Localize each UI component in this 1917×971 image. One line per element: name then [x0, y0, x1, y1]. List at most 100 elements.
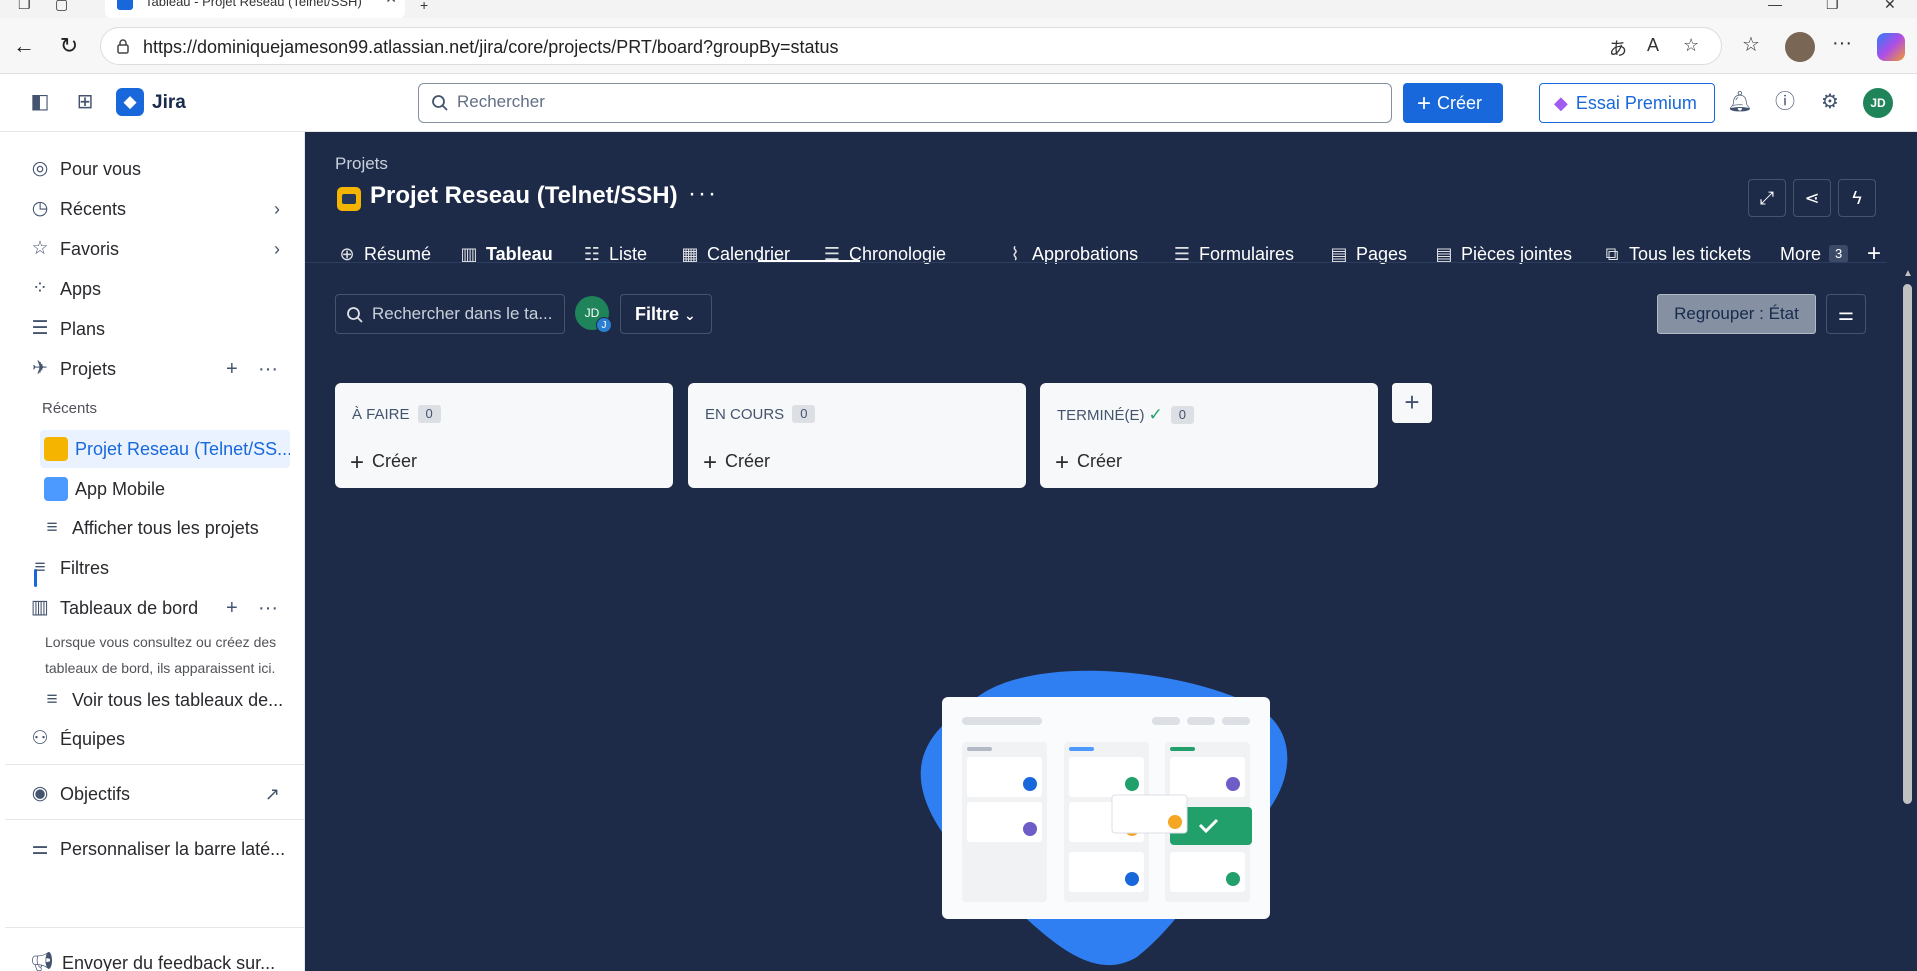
create-button[interactable]: + Créer: [1403, 83, 1503, 123]
minimize-icon[interactable]: —: [1768, 0, 1782, 12]
scrollbar-thumb[interactable]: [1903, 284, 1912, 804]
column-create-button[interactable]: + Créer: [350, 449, 417, 477]
sidebar-item-all-dashboards[interactable]: ≡ Voir tous les tableaux de...: [40, 682, 302, 718]
copilot-icon[interactable]: [1877, 33, 1905, 61]
column-create-button[interactable]: + Créer: [703, 449, 770, 477]
filter-button[interactable]: Filtre ⌄: [620, 294, 712, 334]
app-switcher-icon[interactable]: ⊞: [72, 89, 98, 115]
add-tab-button[interactable]: +: [1867, 229, 1881, 269]
tab-pieces-jointes[interactable]: ▤ Pièces jointes: [1432, 229, 1572, 269]
rocket-icon: ✈: [32, 358, 48, 379]
sidebar-toggle-icon[interactable]: ◧: [27, 89, 53, 115]
user-avatar[interactable]: JD: [1863, 88, 1893, 118]
column-create-button[interactable]: + Créer: [1055, 449, 1122, 477]
project-more-button[interactable]: ···: [688, 180, 718, 208]
favorites-bar-icon[interactable]: ☆: [1742, 32, 1760, 57]
sidebar-item-apps[interactable]: ⁘ Apps: [28, 271, 290, 307]
sidebar-project-app-mobile[interactable]: App Mobile: [40, 470, 290, 508]
sidebar-item-for-you[interactable]: ◎ Pour vous: [28, 151, 290, 187]
new-tab-icon[interactable]: +: [420, 0, 428, 13]
tab-approbations[interactable]: ⌇ Approbations: [1003, 229, 1138, 269]
jira-logo-icon[interactable]: ◆: [116, 88, 144, 116]
divider: [5, 927, 305, 928]
browser-profile-avatar[interactable]: [1785, 32, 1815, 62]
board-search-input[interactable]: [372, 304, 557, 324]
browser-tab[interactable]: Tableau - Projet Reseau (Telnet/SSH) ✕: [105, 0, 405, 18]
divider: [305, 262, 1887, 263]
sidebar-item-filters[interactable]: ≡ Filtres: [28, 550, 290, 586]
premium-trial-button[interactable]: ◆ Essai Premium: [1539, 83, 1715, 123]
sidebar-item-favorites[interactable]: ☆ Favoris ›: [28, 231, 290, 267]
help-icon[interactable]: ⓘ: [1772, 89, 1798, 115]
column-title: TERMINÉ(E): [1057, 407, 1145, 424]
tab-pages[interactable]: ▤ Pages: [1327, 229, 1407, 269]
translate-icon[interactable]: あ: [1609, 35, 1627, 61]
sidebar-item-recent[interactable]: ◷ Récents ›: [28, 191, 290, 227]
more-actions-icon[interactable]: ···: [258, 590, 278, 626]
people-icon: ⚇: [31, 728, 49, 749]
refresh-icon[interactable]: ↻: [55, 32, 83, 60]
back-icon[interactable]: ←: [10, 32, 38, 60]
tab-calendrier[interactable]: ▦ Calendrier: [678, 229, 790, 269]
favorite-star-icon[interactable]: ☆: [1683, 35, 1699, 56]
breadcrumb[interactable]: Projets: [335, 154, 388, 174]
workspaces-icon[interactable]: ❐: [18, 0, 31, 13]
view-settings-button[interactable]: ⚌: [1826, 294, 1866, 334]
scrollbar[interactable]: ▲: [1900, 264, 1915, 971]
column-count: 0: [1170, 406, 1194, 424]
tab-actions-icon[interactable]: ▢: [55, 0, 68, 13]
browser-tab-strip: ❐ ▢ Tableau - Projet Reseau (Telnet/SSH)…: [0, 0, 1917, 18]
tab-resume[interactable]: ⊕ Résumé: [335, 229, 431, 269]
scroll-up-icon[interactable]: ▲: [1903, 268, 1913, 279]
sidebar-item-feedback[interactable]: 📢︎ Envoyer du feedback sur...: [30, 945, 292, 971]
column-create-label: Créer: [1077, 451, 1123, 471]
close-window-icon[interactable]: ✕: [1884, 0, 1896, 13]
tab-formulaires[interactable]: ☰ Formulaires: [1170, 229, 1294, 269]
sidebar-item-plans[interactable]: ☰ Plans: [28, 311, 290, 347]
tab-label: Approbations: [1032, 244, 1139, 264]
tab-tableau[interactable]: ▥ Tableau: [457, 229, 552, 269]
tab-more[interactable]: More 3: [1780, 229, 1849, 269]
sidebar-item-dashboards[interactable]: ▥ Tableaux de bord + ···: [28, 590, 290, 626]
tab-liste[interactable]: ☷ Liste: [580, 229, 647, 269]
expand-icon: ⤢: [1759, 188, 1775, 208]
global-search[interactable]: [418, 83, 1392, 123]
lightning-icon: ϟ: [1852, 188, 1862, 208]
sidebar-item-label: Envoyer du feedback sur...: [62, 953, 276, 971]
chevron-right-icon[interactable]: ›: [274, 191, 280, 227]
sidebar-item-customize[interactable]: ⚌ Personnaliser la barre laté...: [28, 831, 290, 867]
more-actions-icon[interactable]: ···: [258, 351, 278, 387]
fullscreen-button[interactable]: ⤢: [1748, 179, 1786, 217]
assignee-avatar-filter[interactable]: JD J: [575, 296, 612, 333]
board-search[interactable]: [335, 294, 565, 334]
restore-icon[interactable]: ❐: [1826, 0, 1839, 13]
sidebar-item-teams[interactable]: ⚇ Équipes: [28, 721, 290, 757]
tab-tous-les-tickets[interactable]: ⧉ Tous les tickets: [1600, 229, 1751, 269]
page-icon: ▤: [1330, 244, 1348, 264]
column-header: EN COURS 0: [705, 405, 816, 423]
plus-icon: +: [1404, 387, 1420, 417]
notifications-bell-icon[interactable]: 🔔︎: [1727, 89, 1753, 115]
app-name[interactable]: Jira: [152, 92, 186, 114]
automation-button[interactable]: ϟ: [1838, 179, 1876, 217]
global-search-input[interactable]: [457, 92, 1357, 112]
browser-menu-icon[interactable]: ···: [1832, 32, 1852, 55]
url-field[interactable]: https://dominiquejameson99.atlassian.net…: [100, 27, 1722, 65]
settings-gear-icon[interactable]: ⚙: [1817, 89, 1843, 115]
tickets-icon: ⧉: [1605, 244, 1619, 264]
sidebar-item-projects[interactable]: ✈ Projets + ···: [28, 351, 290, 387]
chevron-right-icon[interactable]: ›: [274, 231, 280, 267]
sidebar-item-label: Récents: [60, 199, 127, 219]
add-dashboard-icon[interactable]: +: [226, 590, 238, 626]
add-project-icon[interactable]: +: [226, 351, 238, 387]
read-aloud-icon[interactable]: A: [1647, 35, 1659, 56]
share-button[interactable]: ⋖: [1793, 179, 1831, 217]
sidebar-item-all-projects[interactable]: ≡ Afficher tous les projets: [40, 510, 302, 546]
add-column-button[interactable]: +: [1392, 383, 1432, 423]
group-by-button[interactable]: Regrouper : État: [1657, 294, 1816, 334]
sidebar-item-goals[interactable]: ◉ Objectifs ↗: [28, 776, 290, 812]
plus-icon: +: [703, 449, 718, 476]
tab-chronologie[interactable]: ☰ Chronologie: [820, 229, 946, 269]
filter-label: Filtre: [635, 304, 680, 324]
sidebar-project-reseau[interactable]: Projet Reseau (Telnet/SS...: [40, 430, 290, 468]
